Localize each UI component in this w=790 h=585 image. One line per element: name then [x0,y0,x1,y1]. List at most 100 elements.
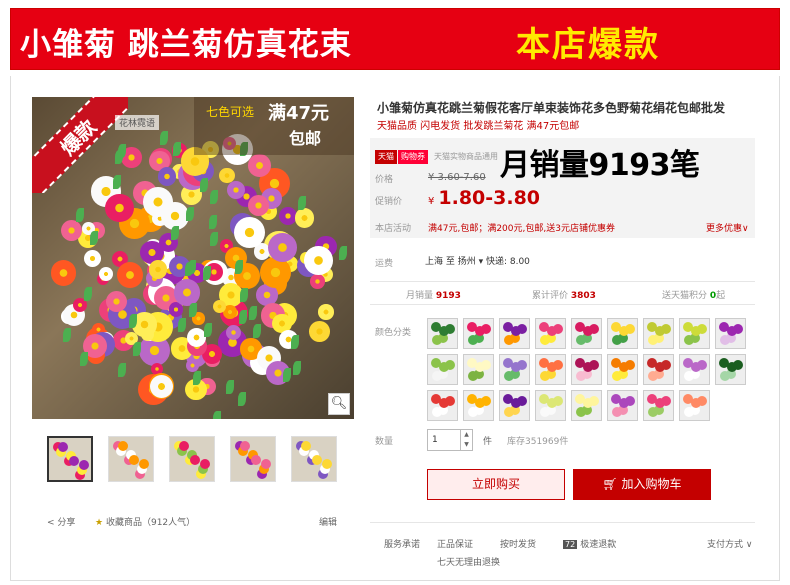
swatch-flower [504,407,514,417]
edit-link[interactable]: 编辑 [319,515,337,528]
service-ontime[interactable]: 按时发货 [500,537,536,550]
color-swatch[interactable] [499,318,530,349]
refund-badge-icon: 72 [563,540,578,549]
color-swatch[interactable] [499,354,530,385]
color-swatch[interactable] [571,318,602,349]
promo-price: ¥1.80-3.80 [428,187,540,209]
color-swatch[interactable] [571,354,602,385]
swatch-flower [439,362,449,372]
leaf [172,142,181,157]
color-swatch[interactable] [427,318,458,349]
swatch-flower [439,326,449,336]
color-swatch[interactable] [607,354,638,385]
color-swatch[interactable] [679,318,710,349]
main-product-image[interactable]: 爆款 花林霓语 七色可选 满47元 包邮 🔍︎ [32,97,354,419]
quantity-stepper[interactable]: ▲ ▼ [461,429,473,451]
thumb-flower [129,455,139,465]
swatch-flower [583,398,593,408]
activity-text: 满47元,包邮；满200元,包邮,送3元店铺优惠券 [428,224,615,234]
add-to-cart-button[interactable]: 🛒︎ 加入购物车 [573,469,711,500]
swatch-flower [655,362,665,372]
flower-blossom [83,249,101,267]
thumbnail-5[interactable] [291,436,337,482]
flower-blossom [310,273,325,289]
color-swatch[interactable] [643,354,674,385]
color-swatch[interactable] [535,354,566,385]
color-swatch[interactable] [427,354,458,385]
favorite-label: 收藏商品 [105,518,142,528]
payment-methods[interactable]: 支付方式 ∨ [707,537,752,550]
color-swatch[interactable] [427,390,458,421]
leaf [225,380,234,395]
color-swatch[interactable] [463,354,494,385]
color-swatch[interactable] [499,390,530,421]
favorite-link[interactable]: ★ 收藏商品（912人气） [95,515,195,528]
flower-blossom [278,206,297,225]
shipping-text[interactable]: 上海 至 扬州 ▾ 快递: 8.00 [425,254,530,267]
flower-blossom [173,279,201,306]
swatch-flower [475,326,485,336]
swatch-flower [727,326,737,336]
color-swatch[interactable] [607,318,638,349]
quantity-input[interactable]: 1 [427,429,461,451]
flower-blossom [148,260,168,279]
stat-reviews-value: 3803 [570,291,596,301]
leaf [292,361,301,376]
color-swatch[interactable] [679,390,710,421]
leaf [184,262,193,277]
color-swatch[interactable] [535,318,566,349]
leaf [282,367,291,382]
more-offers-link[interactable]: 更多优惠∨ [706,221,749,234]
service-genuine[interactable]: 正品保证 [437,537,473,550]
thumb-flower [301,441,311,451]
color-swatch[interactable] [715,318,746,349]
color-swatch[interactable] [715,354,746,385]
flower-blossom [318,304,334,320]
image-promo-overlay: 七色可选 满47元 包邮 [194,97,354,155]
leaf [234,259,243,274]
stock-count: 库存351969件 [507,437,569,447]
service-seven-day-return[interactable]: 七天无理由退换 [437,555,500,568]
thumbnail-4[interactable] [230,436,276,482]
color-swatch[interactable] [607,390,638,421]
swatch-flower [691,362,701,372]
monthly-sales-overlay: 月销量9193笔 [500,148,700,183]
color-swatch[interactable] [463,318,494,349]
swatch-flower [547,398,557,408]
increment-icon[interactable]: ▲ [461,430,472,440]
swatch-flower [432,371,442,381]
swatch-flower [684,371,694,381]
stat-reviews-label: 累计评价 [532,291,569,301]
swatch-flower [576,335,586,345]
color-swatch[interactable] [643,318,674,349]
thumbnail-1[interactable] [47,436,93,482]
flower-blossom [294,208,315,228]
swatch-flower [432,407,442,417]
swatch-flower [576,407,586,417]
buy-now-button[interactable]: 立即购买 [427,469,565,500]
thumbnail-3[interactable] [169,436,215,482]
zoom-icon[interactable]: 🔍︎ [328,393,350,415]
share-icon: < [47,518,55,528]
service-label: 服务承诺 [384,540,421,550]
share-link[interactable]: < 分享 [47,515,75,528]
color-swatch[interactable] [535,390,566,421]
thumb-flower [179,441,189,451]
thumb-flower [139,459,149,469]
decrement-icon[interactable]: ▼ [461,440,472,450]
swatch-flower [583,326,593,336]
leaf [63,327,72,342]
color-swatch[interactable] [643,390,674,421]
thumbnail-2[interactable] [108,436,154,482]
color-swatch[interactable] [571,390,602,421]
promo-price-label: 促销价 [375,197,403,207]
color-swatch[interactable] [679,354,710,385]
swatch-flower [691,326,701,336]
swatch-flower [547,362,557,372]
thumb-flower [118,441,128,451]
leaf [199,178,208,193]
service-refund[interactable]: 72 极速退款 [563,537,616,550]
stat-reviews[interactable]: 累计评价 3803 [532,288,596,301]
swatch-flower [576,371,586,381]
color-swatch[interactable] [463,390,494,421]
